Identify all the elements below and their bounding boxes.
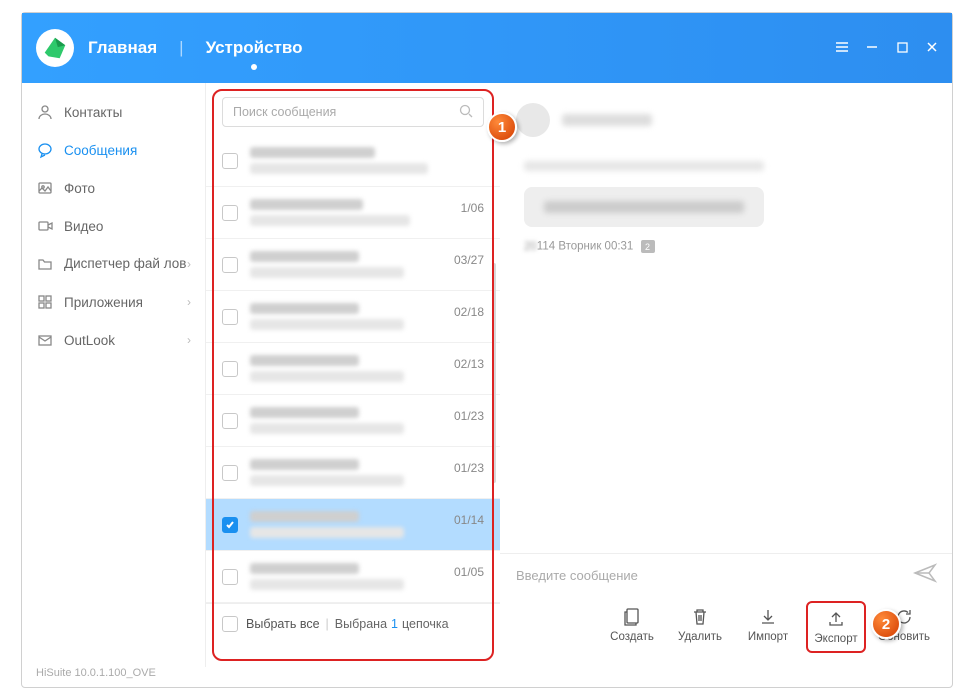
sidebar-item-photos[interactable]: Фото <box>22 169 205 207</box>
avatar <box>516 103 550 137</box>
select-all-row: Выбрать все | Выбрана 1 цепочка <box>206 603 500 644</box>
search-input[interactable]: Поиск сообщения <box>222 97 484 127</box>
delete-button[interactable]: Удалить <box>670 601 730 653</box>
sidebar: Контакты Сообщения Фото Видео Диспетчер … <box>22 83 206 667</box>
messages-panel: Поиск сообщения 1/06 03/27 02/18 02/13 01/23… <box>206 83 500 667</box>
message-row[interactable]: 01/23 <box>206 447 500 499</box>
message-checkbox[interactable] <box>222 153 238 169</box>
sidebar-item-contacts[interactable]: Контакты <box>22 93 205 131</box>
conversation-subject <box>524 161 764 171</box>
message-date: 01/05 <box>454 563 484 579</box>
menu-icon[interactable] <box>834 39 850 55</box>
conversation-panel: 20114 Вторник 00:31 2 Введите сообщение … <box>500 83 952 667</box>
send-icon[interactable] <box>914 564 936 587</box>
mail-icon <box>36 331 54 349</box>
photos-icon <box>36 179 54 197</box>
message-checkbox[interactable] <box>222 517 238 533</box>
message-checkbox[interactable] <box>222 257 238 273</box>
message-checkbox[interactable] <box>222 413 238 429</box>
search-placeholder: Поиск сообщения <box>233 105 336 119</box>
callout-2: 2 <box>871 609 901 639</box>
sidebar-item-label: Фото <box>64 181 95 196</box>
contacts-icon <box>36 103 54 121</box>
toolbar-label: Экспорт <box>814 633 857 645</box>
compose-input[interactable]: Введите сообщение <box>516 568 914 583</box>
message-date: 02/18 <box>454 303 484 319</box>
message-bubble <box>524 187 764 227</box>
message-date: 01/23 <box>454 459 484 475</box>
sidebar-item-label: Сообщения <box>64 143 137 158</box>
apps-icon <box>36 293 54 311</box>
videos-icon <box>36 217 54 235</box>
toolbar-label: Удалить <box>678 631 722 643</box>
toolbar-label: Импорт <box>748 631 788 643</box>
minimize-icon[interactable] <box>864 39 880 55</box>
import-button[interactable]: Импорт <box>738 601 798 653</box>
folder-icon <box>36 255 54 273</box>
titlebar: Главная | Устройство <box>22 13 952 83</box>
contact-name <box>562 114 652 126</box>
message-row[interactable]: 03/27 <box>206 239 500 291</box>
message-row[interactable]: 01/14 <box>206 499 500 551</box>
select-all-label: Выбрать все <box>246 617 320 631</box>
selected-count: 1 <box>391 617 398 631</box>
tab-device[interactable]: Устройство <box>206 38 303 58</box>
tab-main[interactable]: Главная <box>88 38 157 58</box>
sidebar-item-label: Приложения <box>64 295 143 310</box>
footer-version: HiSuite 10.0.1.100_OVE <box>22 667 952 687</box>
message-checkbox[interactable] <box>222 309 238 325</box>
selected-state: Выбрана <box>335 617 387 631</box>
message-date: 03/27 <box>454 251 484 267</box>
message-row[interactable]: 1/06 <box>206 187 500 239</box>
sidebar-item-label: Контакты <box>64 105 122 120</box>
message-row[interactable]: 02/18 <box>206 291 500 343</box>
selected-unit: цепочка <box>402 617 449 631</box>
export-button[interactable]: Экспорт <box>806 601 866 653</box>
chevron-right-icon: › <box>187 295 191 309</box>
sidebar-item-videos[interactable]: Видео <box>22 207 205 245</box>
message-meta: 20114 Вторник 00:31 2 <box>524 240 928 253</box>
scrollbar[interactable] <box>492 263 496 483</box>
close-icon[interactable] <box>924 39 940 55</box>
message-date: 02/13 <box>454 355 484 371</box>
unread-badge: 2 <box>641 240 655 253</box>
message-row[interactable]: 01/23 <box>206 395 500 447</box>
sidebar-item-messages[interactable]: Сообщения <box>22 131 205 169</box>
sidebar-item-outlook[interactable]: OutLook › <box>22 321 205 359</box>
sidebar-item-label: OutLook <box>64 333 115 348</box>
message-date: 01/14 <box>454 511 484 527</box>
select-all-checkbox[interactable] <box>222 616 238 632</box>
chevron-right-icon: › <box>187 333 191 347</box>
sidebar-item-files[interactable]: Диспетчер фай лов › <box>22 245 205 283</box>
compose-row: Введите сообщение <box>500 553 952 595</box>
toolbar-label: Создать <box>610 631 654 643</box>
message-row[interactable]: 01/05 <box>206 551 500 603</box>
message-checkbox[interactable] <box>222 361 238 377</box>
chevron-right-icon: › <box>187 257 191 271</box>
messages-icon <box>36 141 54 159</box>
message-row[interactable] <box>206 135 500 187</box>
sidebar-item-label: Диспетчер фай лов <box>64 256 186 272</box>
message-checkbox[interactable] <box>222 465 238 481</box>
message-date: 01/23 <box>454 407 484 423</box>
message-row[interactable]: 02/13 <box>206 343 500 395</box>
message-checkbox[interactable] <box>222 569 238 585</box>
create-button[interactable]: Создать <box>602 601 662 653</box>
maximize-icon[interactable] <box>894 39 910 55</box>
message-date: 1/06 <box>461 199 484 215</box>
callout-1: 1 <box>487 112 517 142</box>
search-icon <box>459 104 473 121</box>
message-checkbox[interactable] <box>222 205 238 221</box>
sidebar-item-apps[interactable]: Приложения › <box>22 283 205 321</box>
sidebar-item-label: Видео <box>64 219 103 234</box>
app-logo <box>36 29 74 67</box>
